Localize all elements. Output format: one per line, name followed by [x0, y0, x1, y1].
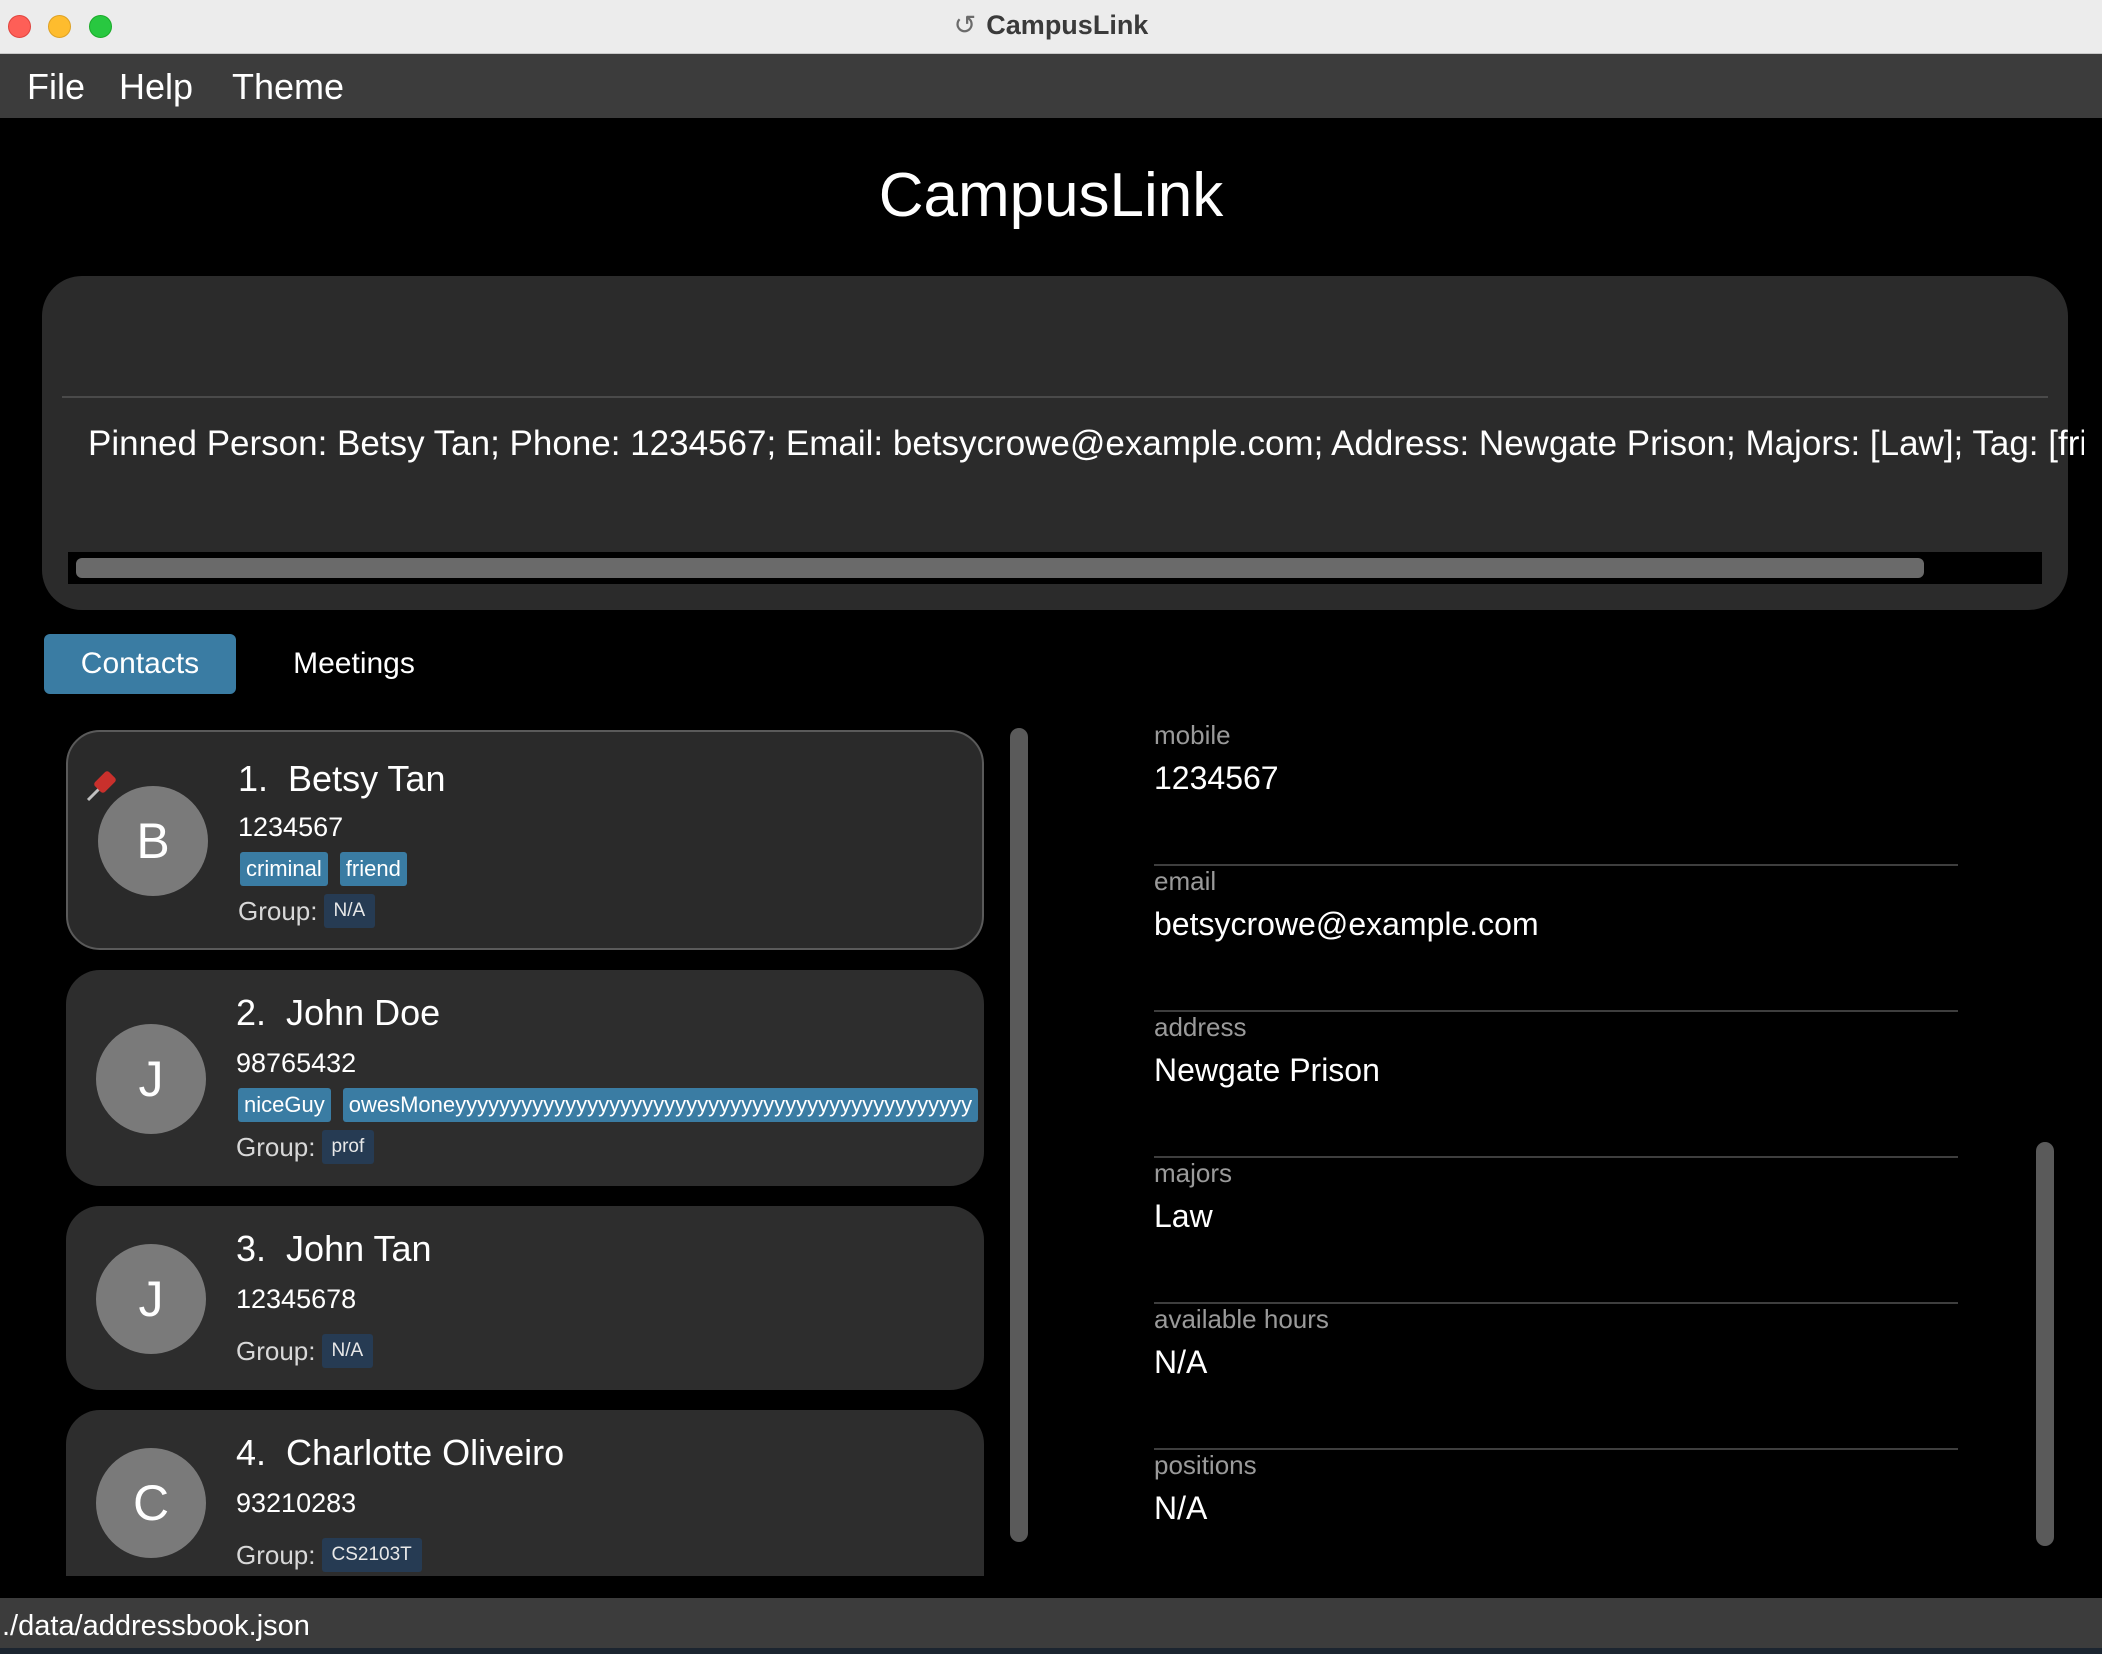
contact-index: 4. [236, 1432, 267, 1473]
avatar: B [98, 786, 208, 896]
contact-name: 4. Charlotte Oliveiro [236, 1432, 564, 1474]
window-titlebar: ↺ CampusLink [0, 0, 2102, 54]
detail-label: mobile [1154, 720, 1231, 750]
detail-label: majors [1154, 1158, 1233, 1188]
detail-value: betsycrowe@example.com [1154, 906, 1539, 942]
window-title: ↺ CampusLink [0, 10, 2102, 41]
detail-label: available hours [1154, 1304, 1329, 1334]
status-bar: ./data/addressbook.json [0, 1598, 2102, 1654]
detail-value: N/A [1154, 1344, 1208, 1380]
contact-card[interactable]: C 4. Charlotte Oliveiro 93210283 Group: … [66, 1410, 984, 1576]
avatar: J [96, 1244, 206, 1354]
group-badge: N/A [321, 1334, 374, 1368]
bottom-edge [0, 1648, 2102, 1654]
contact-name-text: John Tan [286, 1228, 432, 1269]
detail-value: Newgate Prison [1154, 1052, 1380, 1088]
detail-majors: majors Law [1154, 1158, 1958, 1304]
tag: owesMoneyyyyyyyyyyyyyyyyyyyyyyyyyyyyyyyy… [342, 1088, 979, 1122]
detail-value: N/A [1154, 1490, 1208, 1526]
avatar: C [96, 1448, 206, 1558]
tag: niceGuy [238, 1088, 331, 1122]
group-badge: CS2103T [321, 1538, 422, 1572]
result-horizontal-scrollbar[interactable] [68, 552, 2042, 584]
contact-list-scrollbar[interactable] [1010, 728, 1028, 1542]
contact-index: 3. [236, 1228, 267, 1269]
contact-phone: 98765432 [236, 1048, 357, 1078]
tab-contacts[interactable]: Contacts [44, 634, 236, 694]
contact-name-text: John Doe [286, 992, 441, 1033]
contact-phone: 12345678 [236, 1284, 357, 1314]
contact-name: 1. Betsy Tan [238, 758, 445, 800]
detail-panel-scrollbar[interactable] [2036, 1142, 2054, 1546]
detail-positions: positions N/A [1154, 1450, 1958, 1596]
app-logo-icon: ↺ [953, 10, 977, 40]
tag: friend [339, 852, 407, 886]
detail-value: Law [1154, 1198, 1213, 1234]
contact-name-text: Betsy Tan [288, 758, 446, 799]
contact-name-text: Charlotte Oliveiro [286, 1432, 565, 1473]
detail-email: email betsycrowe@example.com [1154, 866, 1958, 1012]
detail-mobile: mobile 1234567 [1154, 720, 1958, 866]
detail-label: positions [1154, 1450, 1257, 1480]
menu-bar: File Help Theme [0, 54, 2102, 118]
detail-address: address Newgate Prison [1154, 1012, 1958, 1158]
app-heading: CampusLink [878, 161, 1224, 230]
menu-theme[interactable]: Theme [232, 66, 344, 108]
tag-list: criminal friend [240, 852, 407, 886]
group-line: Group: N/A [236, 1334, 374, 1368]
group-label: Group: [238, 895, 318, 926]
group-badge: prof [321, 1130, 375, 1164]
group-line: Group: CS2103T [236, 1538, 422, 1572]
detail-label: address [1154, 1012, 1247, 1042]
contact-card[interactable]: B 1. Betsy Tan 1234567 criminal friend G… [66, 730, 984, 950]
detail-available-hours: available hours N/A [1154, 1304, 1958, 1450]
avatar: J [96, 1024, 206, 1134]
tab-meetings[interactable]: Meetings [260, 634, 448, 694]
tag: criminal [240, 852, 328, 886]
command-input[interactable] [62, 276, 2048, 398]
result-scroll-thumb[interactable] [76, 558, 1924, 578]
contact-phone: 93210283 [236, 1488, 357, 1518]
group-badge: N/A [323, 894, 376, 928]
group-label: Group: [236, 1335, 316, 1366]
contact-index: 2. [236, 992, 267, 1033]
menu-help[interactable]: Help [119, 66, 193, 108]
contact-card[interactable]: J 2. John Doe 98765432 niceGuy owesMoney… [66, 970, 984, 1186]
group-line: Group: N/A [238, 894, 376, 928]
group-label: Group: [236, 1131, 316, 1162]
contact-name: 3. John Tan [236, 1228, 432, 1270]
contact-name: 2. John Doe [236, 992, 440, 1034]
detail-label: email [1154, 866, 1217, 896]
menu-file[interactable]: File [27, 66, 85, 108]
detail-value: 1234567 [1154, 760, 1279, 796]
window-title-text: CampusLink [986, 10, 1149, 40]
result-display: Pinned Person: Betsy Tan; Phone: 1234567… [88, 424, 2084, 463]
group-label: Group: [236, 1539, 316, 1570]
command-result-panel: Pinned Person: Betsy Tan; Phone: 1234567… [42, 276, 2084, 610]
data-file-path: ./data/addressbook.json [2, 1610, 310, 1642]
contact-phone: 1234567 [238, 812, 344, 842]
contact-card[interactable]: J 3. John Tan 12345678 Group: N/A [66, 1206, 984, 1390]
group-line: Group: prof [236, 1130, 375, 1164]
contact-index: 1. [238, 758, 269, 799]
tag-list: niceGuy owesMoneyyyyyyyyyyyyyyyyyyyyyyyy… [238, 1088, 979, 1122]
